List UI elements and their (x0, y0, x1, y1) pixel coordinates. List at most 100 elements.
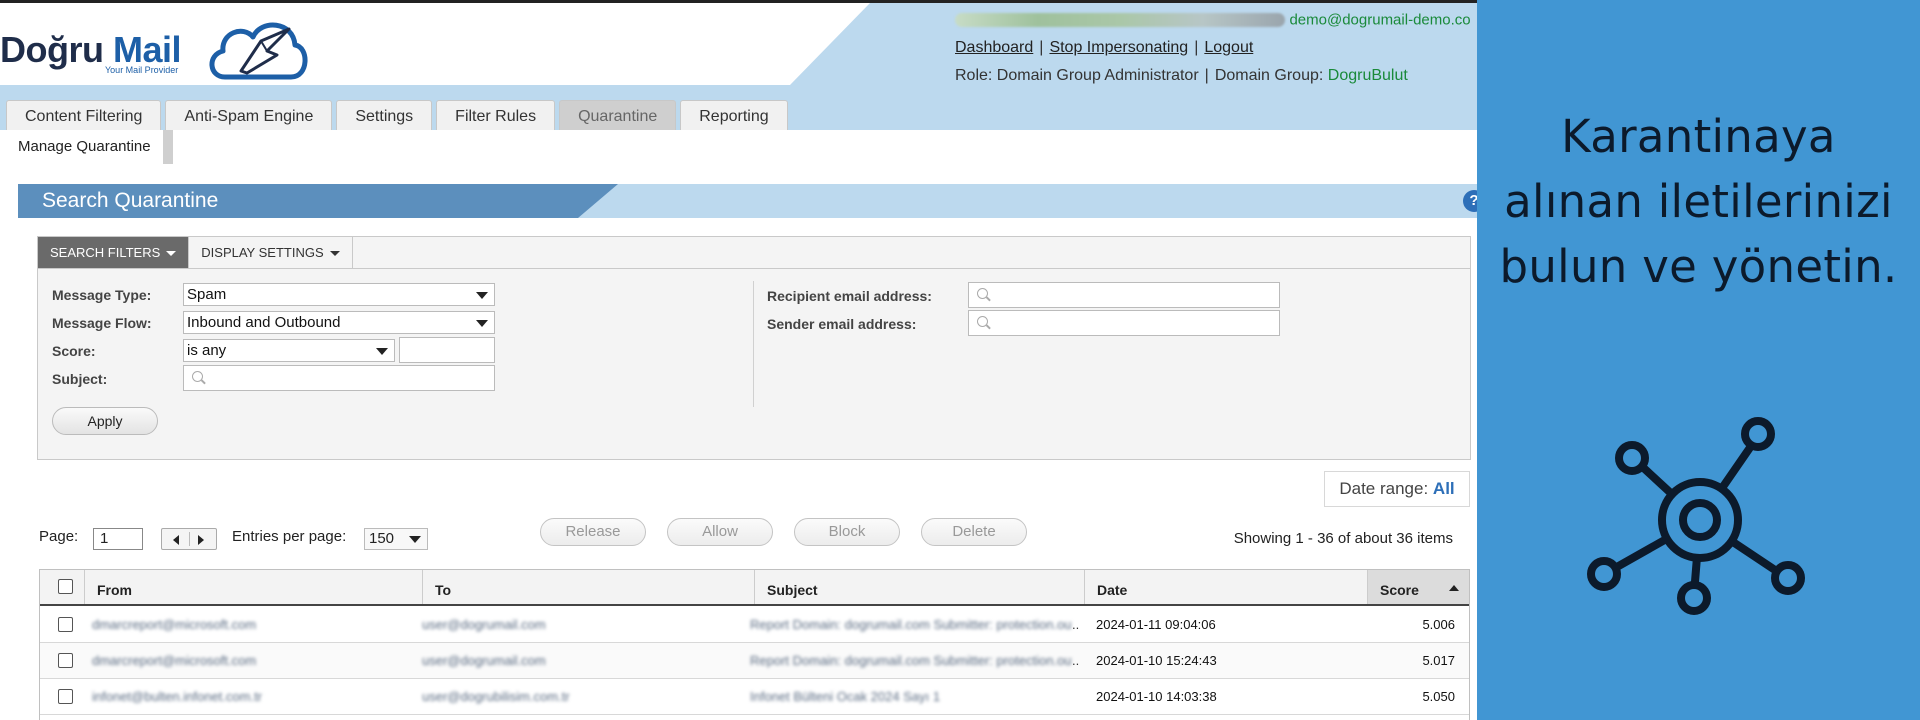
search-quarantine-bar: Search Quarantine ? (18, 184, 1477, 218)
date-range-value: All (1432, 479, 1455, 498)
recipient-label: Recipient email address: (767, 288, 932, 304)
cell-date: 2024-01-10 14:03:38 (1096, 689, 1217, 704)
cell-to: user@dogrumail.com (422, 653, 546, 668)
logo-part1: Doğru (0, 29, 104, 70)
entries-per-page-label: Entries per page: (232, 528, 347, 545)
search-icon (977, 288, 988, 299)
page-label: Page: (39, 528, 79, 545)
user-links: Dashboard | Stop Impersonating | Logout (955, 39, 1254, 56)
table-row[interactable]: dmarcreport@microsoft.com user@dogrumail… (40, 643, 1469, 679)
sender-label: Sender email address: (767, 316, 917, 332)
column-to[interactable]: To (422, 570, 754, 604)
score-label: Score: (52, 343, 96, 359)
cell-to: user@dogrubilisim.com.tr (422, 689, 570, 704)
cloud-bird-logo-icon (209, 22, 308, 80)
entries-per-page-select[interactable]: 150 (364, 528, 428, 550)
display-settings-tab[interactable]: DISPLAY SETTINGS (189, 237, 353, 268)
row-checkbox[interactable] (58, 689, 73, 704)
score-value-input[interactable] (399, 337, 495, 363)
logo[interactable]: Doğru Mail Your Mail Provider (0, 22, 320, 83)
network-hub-icon (1587, 417, 1805, 615)
select-all-checkbox[interactable] (58, 579, 73, 594)
help-icon[interactable]: ? (1463, 190, 1477, 212)
block-button[interactable]: Block (794, 518, 900, 546)
quarantine-table: From To Subject Date Score dmarcreport@m… (39, 569, 1470, 720)
sender-input[interactable] (968, 310, 1280, 336)
cell-subject: Report Domain: dogrumail.com Submitter: … (750, 653, 1072, 668)
promo-text: Karantinaya alınan iletilerinizi bulun v… (1499, 110, 1898, 293)
filter-panel: SEARCH FILTERS DISPLAY SETTINGS Message … (37, 236, 1471, 460)
apply-button[interactable]: Apply (52, 407, 158, 435)
pagination-bar: Page: 1 Entries per page: 150 Release Al… (39, 518, 1469, 554)
prev-page-icon[interactable] (173, 535, 179, 545)
column-score[interactable]: Score (1367, 570, 1469, 604)
caret-down-icon (166, 251, 177, 257)
cell-subject: Infonet Bülteni Ocak 2024 Sayı 1 (750, 689, 941, 704)
message-flow-select[interactable]: Inbound and Outbound (183, 311, 495, 334)
filter-tabs: SEARCH FILTERS DISPLAY SETTINGS (38, 237, 1470, 269)
next-page-icon[interactable] (198, 535, 204, 545)
cell-subject: Report Domain: dogrumail.com Submitter: … (750, 617, 1072, 632)
column-date[interactable]: Date (1084, 570, 1374, 604)
subject-label: Subject: (52, 371, 108, 387)
table-row[interactable]: infonet@bulten.infonet.com.tr user@dogru… (40, 679, 1469, 715)
subtab-manage-quarantine[interactable]: Manage Quarantine (6, 130, 173, 164)
cell-score: 5.006 (1422, 617, 1455, 632)
dropdown-arrow-icon (476, 292, 488, 299)
user-info: demo@dogrumail-demo.co Dashboard | Stop Im… (955, 11, 1475, 85)
domain-group-value: DogruBulut (1327, 67, 1408, 84)
caret-down-icon (329, 251, 340, 257)
message-flow-label: Message Flow: (52, 315, 152, 331)
score-operator-select[interactable]: is any (183, 339, 395, 362)
role-info: Role: Domain Group Administrator | Domain … (955, 67, 1408, 84)
date-range-selector[interactable]: Date range: All (1324, 471, 1470, 507)
role-label: Role: Domain Group Administrator (955, 67, 1199, 84)
column-from[interactable]: From (84, 570, 462, 604)
tab-filter-rules[interactable]: Filter Rules (436, 100, 556, 130)
table-header: From To Subject Date Score (40, 570, 1469, 606)
row-checkbox[interactable] (58, 617, 73, 632)
search-filters-tab[interactable]: SEARCH FILTERS (38, 237, 190, 268)
cell-score: 5.017 (1422, 653, 1455, 668)
page-input[interactable]: 1 (93, 528, 143, 550)
cell-score: 5.050 (1422, 689, 1455, 704)
main-tabs: Content Filtering Anti-Spam Engine Setti… (6, 100, 788, 130)
cell-from: dmarcreport@microsoft.com (92, 653, 257, 668)
app-window: Doğru Mail Your Mail Provider demo@dogru… (0, 0, 1477, 720)
user-email: demo@dogrumail-demo.co (1289, 11, 1471, 29)
dashboard-link[interactable]: Dashboard (955, 39, 1033, 56)
cell-to: user@dogrumail.com (422, 617, 546, 632)
logo-tagline: Your Mail Provider (105, 65, 179, 75)
allow-button[interactable]: Allow (667, 518, 773, 546)
column-subject[interactable]: Subject (754, 570, 1084, 604)
header: Doğru Mail Your Mail Provider demo@dogru… (0, 3, 1477, 130)
cell-date: 2024-01-11 09:04:06 (1096, 617, 1216, 632)
cell-from: infonet@bulten.infonet.com.tr (92, 689, 263, 704)
delete-button[interactable]: Delete (921, 518, 1027, 546)
tab-content-filtering[interactable]: Content Filtering (6, 100, 162, 130)
tab-settings[interactable]: Settings (336, 100, 433, 130)
redacted-user-name (955, 12, 1285, 27)
cell-date: 2024-01-10 15:24:43 (1096, 653, 1217, 668)
table-row[interactable]: dmarcreport@microsoft.com user@dogrumail… (40, 607, 1469, 643)
dropdown-arrow-icon (409, 536, 421, 543)
message-type-select[interactable]: Spam (183, 283, 495, 306)
sort-ascending-icon (1449, 585, 1459, 591)
search-icon (977, 316, 988, 327)
stop-impersonating-link[interactable]: Stop Impersonating (1049, 39, 1188, 56)
tab-reporting[interactable]: Reporting (680, 100, 788, 130)
dropdown-arrow-icon (376, 348, 388, 355)
row-checkbox[interactable] (58, 653, 73, 668)
tab-anti-spam-engine[interactable]: Anti-Spam Engine (165, 100, 333, 130)
logo-part2: Mail (113, 29, 182, 70)
message-type-label: Message Type: (52, 287, 152, 303)
logout-link[interactable]: Logout (1204, 39, 1253, 56)
tab-quarantine[interactable]: Quarantine (559, 100, 677, 130)
dropdown-arrow-icon (476, 320, 488, 327)
subject-input[interactable] (183, 365, 495, 391)
recipient-input[interactable] (968, 282, 1280, 308)
section-title: Search Quarantine (18, 184, 578, 218)
release-button[interactable]: Release (540, 518, 646, 546)
subtab-bar: Manage Quarantine (0, 130, 1477, 164)
page-nav (161, 528, 217, 550)
